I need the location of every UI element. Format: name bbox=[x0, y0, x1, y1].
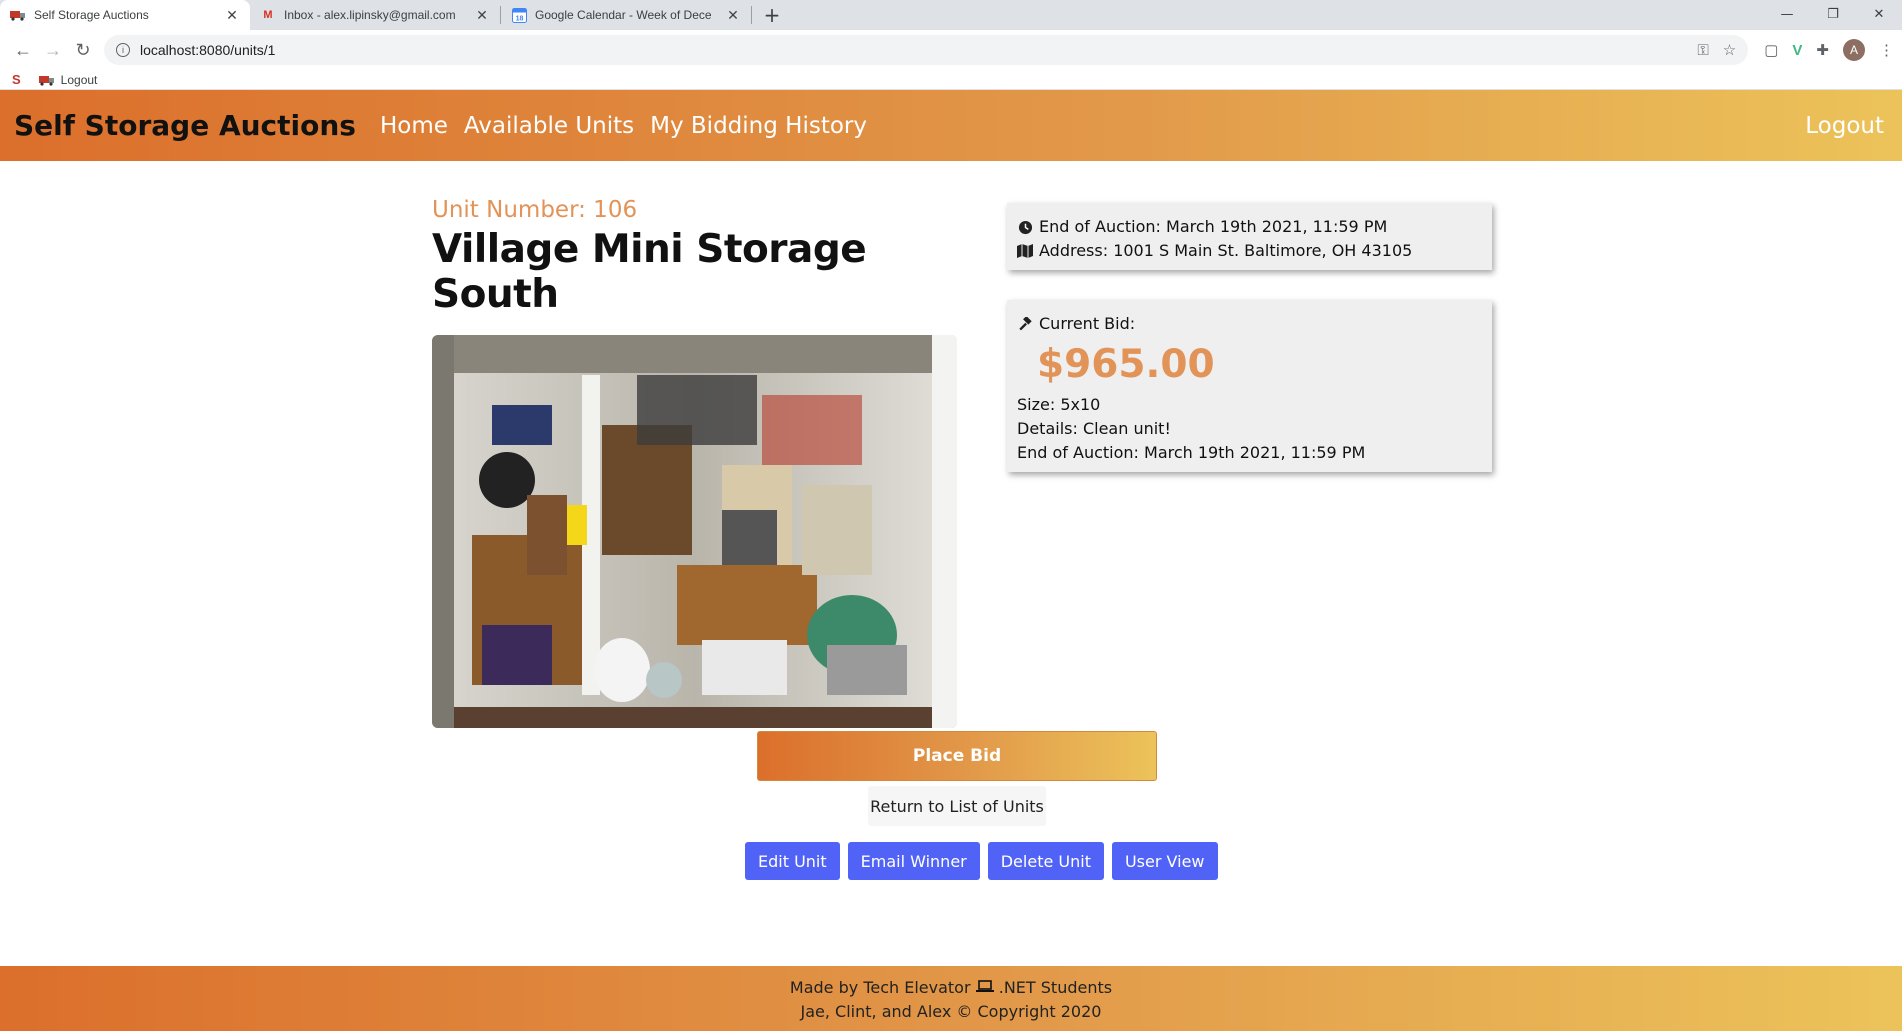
truck-icon bbox=[38, 75, 54, 86]
avatar[interactable]: A bbox=[1843, 39, 1865, 61]
unit-photo bbox=[432, 335, 957, 728]
tab-google-calendar[interactable]: 18 Google Calendar - Week of Dece ✕ bbox=[501, 0, 751, 30]
key-icon[interactable]: ⚿ bbox=[1697, 42, 1708, 59]
end-of-auction-text: End of Auction: March 19th 2021, 11:59 P… bbox=[1017, 443, 1366, 462]
address-text: Address: 1001 S Main St. Baltimore, OH 4… bbox=[1039, 241, 1413, 260]
admin-actions: Edit Unit Email Winner Delete Unit User … bbox=[745, 842, 1218, 880]
clock-icon bbox=[1017, 220, 1033, 235]
new-tab-button[interactable]: + bbox=[758, 0, 786, 30]
star-icon[interactable]: ☆ bbox=[1723, 41, 1736, 59]
calendar-icon: 18 bbox=[511, 7, 527, 23]
current-bid-label-row: Current Bid: bbox=[1017, 312, 1482, 336]
delete-unit-button[interactable]: Delete Unit bbox=[987, 842, 1104, 880]
unit-summary: Unit Number: 106 Village Mini Storage So… bbox=[432, 197, 957, 728]
extensions-area: ▢ V ✚ A ⋮ bbox=[1764, 39, 1894, 61]
footer-copyright: Jae, Clint, and Alex © Copyright 2020 bbox=[800, 1002, 1102, 1021]
end-of-auction-row: End of Auction: March 19th 2021, 11:59 P… bbox=[1017, 215, 1482, 239]
map-icon bbox=[1017, 244, 1033, 258]
minimize-icon[interactable]: — bbox=[1764, 0, 1810, 28]
tab-gmail-inbox[interactable]: M Inbox - alex.lipinsky@gmail.com ✕ bbox=[250, 0, 500, 30]
tab-title: Inbox - alex.lipinsky@gmail.com bbox=[284, 8, 456, 22]
address-bar[interactable]: i localhost:8080/units/1 ⚿ ☆ bbox=[104, 35, 1749, 65]
browser-toolbar: ← → ↻ i localhost:8080/units/1 ⚿ ☆ ▢ V ✚… bbox=[0, 30, 1902, 70]
unit-name: Village Mini Storage South bbox=[432, 227, 867, 317]
back-arrow-icon[interactable]: ← bbox=[8, 35, 38, 65]
truck-icon bbox=[10, 7, 26, 23]
tab-title: Google Calendar - Week of Dece bbox=[535, 8, 712, 22]
reload-icon[interactable]: ↻ bbox=[68, 35, 98, 65]
details-text: Details: Clean unit! bbox=[1017, 419, 1171, 438]
restore-icon[interactable]: ❐ bbox=[1810, 0, 1856, 28]
size-text: Size: 5x10 bbox=[1017, 395, 1101, 414]
browser-tabstrip: Self Storage Auctions ✕ M Inbox - alex.l… bbox=[0, 0, 1902, 30]
gavel-icon bbox=[1017, 316, 1033, 332]
storage-unit-photo bbox=[432, 335, 957, 728]
bid-info-card: Current Bid: $965.00 Size: 5x10 Details:… bbox=[1007, 300, 1492, 472]
close-icon[interactable]: ✕ bbox=[224, 7, 240, 24]
window-controls: — ❐ ✕ bbox=[1764, 0, 1902, 28]
bookmark-s-icon[interactable]: S bbox=[12, 72, 21, 87]
bookmarks-bar: S Logout bbox=[0, 70, 1902, 90]
unit-detail-page: Unit Number: 106 Village Mini Storage So… bbox=[0, 161, 1902, 956]
unit-number: Unit Number: 106 bbox=[432, 197, 638, 223]
app-navbar: Self Storage Auctions Home Available Uni… bbox=[0, 90, 1902, 161]
footer-line-1: Made by Tech Elevator .NET Students bbox=[0, 976, 1902, 1000]
end-of-auction-text: End of Auction: March 19th 2021, 11:59 P… bbox=[1039, 217, 1388, 236]
close-icon[interactable]: ✕ bbox=[474, 7, 490, 24]
tab-self-storage-auctions[interactable]: Self Storage Auctions ✕ bbox=[0, 0, 250, 30]
tab-divider bbox=[751, 6, 752, 24]
nav-logout-link[interactable]: Logout bbox=[1805, 113, 1884, 139]
nav-link-home[interactable]: Home bbox=[380, 113, 448, 139]
auction-info-card: End of Auction: March 19th 2021, 11:59 P… bbox=[1007, 203, 1492, 270]
close-window-icon[interactable]: ✕ bbox=[1856, 0, 1902, 28]
url-text[interactable]: localhost:8080/units/1 bbox=[140, 42, 1683, 58]
page-footer: Made by Tech Elevator .NET Students Jae,… bbox=[0, 966, 1902, 1031]
bookmark-label: Logout bbox=[60, 72, 98, 87]
extension-square-icon[interactable]: ▢ bbox=[1764, 41, 1778, 59]
puzzle-icon[interactable]: ✚ bbox=[1816, 41, 1829, 59]
svg-text:18: 18 bbox=[515, 15, 523, 22]
address-row: Address: 1001 S Main St. Baltimore, OH 4… bbox=[1017, 239, 1482, 263]
footer-credit: Made by Tech Elevator bbox=[789, 978, 971, 997]
info-icon[interactable]: i bbox=[116, 43, 130, 57]
current-bid-amount: $965.00 bbox=[1037, 342, 1215, 387]
more-menu-icon[interactable]: ⋮ bbox=[1879, 41, 1894, 59]
vue-devtools-icon[interactable]: V bbox=[1792, 42, 1802, 59]
gmail-icon: M bbox=[263, 9, 273, 21]
bookmark-logout[interactable]: Logout bbox=[38, 72, 98, 87]
return-to-units-button[interactable]: Return to List of Units bbox=[868, 786, 1046, 826]
nav-link-available-units[interactable]: Available Units bbox=[464, 113, 634, 139]
current-bid-label: Current Bid: bbox=[1039, 314, 1136, 333]
laptop-icon bbox=[975, 978, 999, 997]
email-winner-button[interactable]: Email Winner bbox=[847, 842, 980, 880]
user-view-button[interactable]: User View bbox=[1111, 842, 1218, 880]
tab-title: Self Storage Auctions bbox=[34, 8, 149, 22]
footer-students: .NET Students bbox=[998, 978, 1113, 997]
place-bid-button[interactable]: Place Bid bbox=[757, 731, 1157, 781]
nav-link-bidding-history[interactable]: My Bidding History bbox=[650, 113, 867, 139]
close-icon[interactable]: ✕ bbox=[725, 7, 741, 24]
forward-arrow-icon[interactable]: → bbox=[38, 35, 68, 65]
brand-title[interactable]: Self Storage Auctions bbox=[14, 109, 356, 142]
edit-unit-button[interactable]: Edit Unit bbox=[745, 842, 840, 880]
